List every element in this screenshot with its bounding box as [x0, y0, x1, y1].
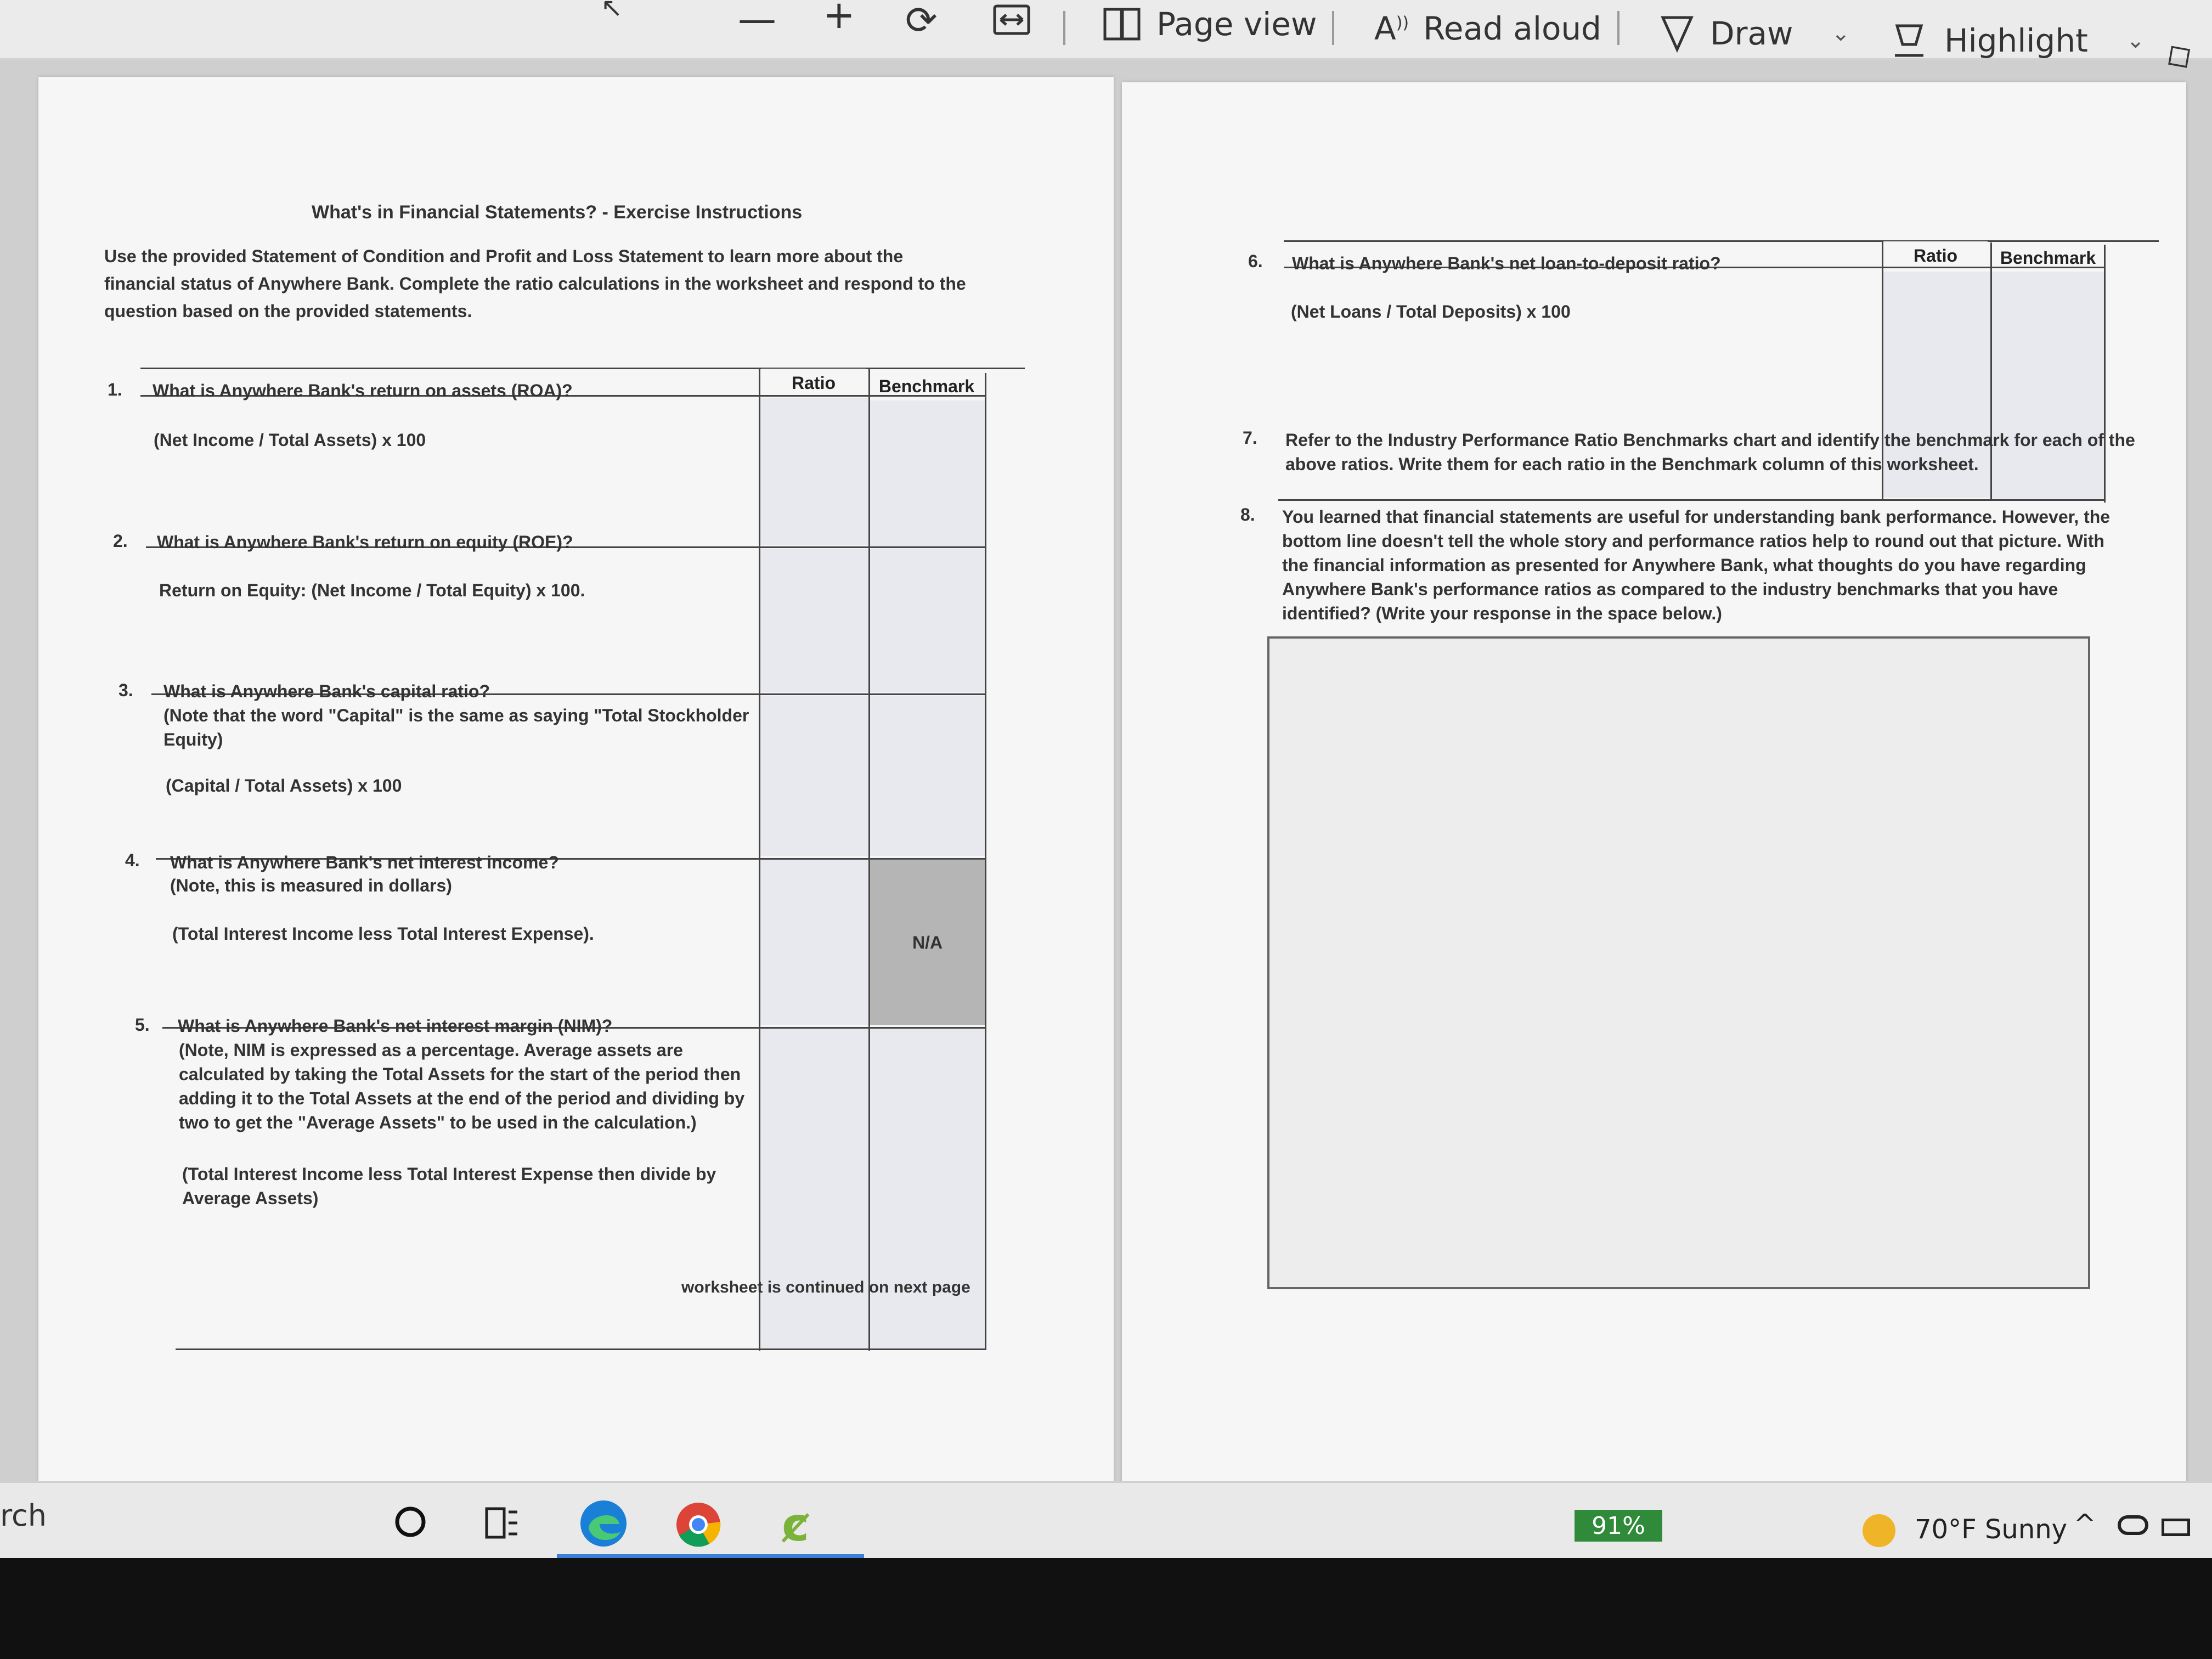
draw-label: Draw [1710, 15, 1793, 52]
question-number: 1. [108, 380, 122, 399]
question-number: 2. [113, 531, 128, 551]
chrome-browser-button[interactable] [672, 1498, 725, 1551]
sprout-app-icon: ȼ [782, 1498, 809, 1551]
cortana-button[interactable] [392, 1504, 428, 1540]
question-text: What is Anywhere Bank's capital ratio? [163, 681, 490, 701]
eraser-icon: ◇ [2155, 30, 2200, 80]
q5-ratio-cell[interactable] [760, 1029, 868, 1348]
edge-browser-button[interactable] [576, 1496, 631, 1551]
draw-button[interactable]: Draw ⌄ [1660, 14, 1850, 53]
question-formula: (Net Loans / Total Deposits) x 100 [1291, 302, 1571, 321]
reader-toolbar: ↖ — + ⟳ Page view A)) Read aloud Draw ⌄ [0, 0, 2212, 79]
page-view-icon [1103, 8, 1141, 41]
question-number: 8. [1240, 505, 1255, 524]
highlight-icon [1895, 24, 1923, 57]
q3-benchmark-cell[interactable] [870, 696, 985, 856]
q4-benchmark-na-cell: N/A [870, 860, 985, 1025]
q1-ratio-cell[interactable] [760, 398, 868, 545]
table-bottom-rule [176, 1348, 986, 1350]
zoom-in-button[interactable]: + [823, 0, 855, 34]
ratio-column-header: Ratio [1883, 241, 1988, 270]
zoom-out-button[interactable]: — [738, 0, 776, 38]
question-text: What is Anywhere Bank's net loan-to-depo… [1292, 253, 1721, 273]
question-text: What is Anywhere Bank's return on equity… [157, 532, 573, 552]
fit-width-button[interactable] [993, 4, 1030, 35]
edge-icon [580, 1500, 627, 1547]
toolbar-divider [1332, 11, 1334, 45]
cloud-icon[interactable] [2118, 1515, 2148, 1535]
document-title: What's in Financial Statements? - Exerci… [312, 202, 803, 223]
question-formula: Return on Equity: (Net Income / Total Eq… [159, 580, 585, 600]
ratio-column-header: Ratio [761, 369, 866, 397]
question-number: 4. [125, 850, 140, 870]
question-text: Refer to the Industry Performance Ratio … [1285, 430, 2135, 474]
fit-width-icon [993, 4, 1030, 35]
question-number: 5. [135, 1015, 150, 1035]
continued-note: worksheet is continued on next page [681, 1278, 970, 1296]
question-formula: (Capital / Total Assets) x 100 [166, 776, 402, 795]
toolbar-divider [1617, 11, 1620, 45]
q2-ratio-cell[interactable] [760, 549, 868, 692]
app-button[interactable]: ȼ [771, 1498, 820, 1551]
document-page-left: What's in Financial Statements? - Exerci… [38, 77, 1114, 1481]
search-box[interactable]: rch [0, 1498, 47, 1533]
response-area[interactable] [1267, 636, 2090, 1289]
document-page-right: Ratio Benchmark 6. What is Anywhere Bank… [1122, 82, 2186, 1487]
q2-benchmark-cell[interactable] [870, 549, 985, 692]
read-aloud-label: Read aloud [1423, 10, 1601, 47]
battery-icon[interactable] [2162, 1519, 2190, 1536]
page-view-button[interactable]: Page view [1103, 5, 1317, 43]
question-text: What is Anywhere Bank's net interest mar… [178, 1016, 613, 1036]
plus-icon: + [823, 0, 855, 37]
question-number: 3. [119, 680, 133, 700]
draw-icon [1661, 16, 1694, 53]
question-text: What is Anywhere Bank's net interest inc… [170, 853, 559, 872]
highlight-button[interactable]: Highlight ⌄ [1893, 22, 2145, 59]
question-number: 6. [1248, 251, 1263, 271]
rotate-button[interactable]: ⟳ [905, 1, 938, 40]
question-note: (Note, NIM is expressed as a percentage.… [179, 1040, 745, 1132]
chevron-down-icon[interactable]: ⌄ [2126, 28, 2145, 53]
battery-indicator[interactable]: 91% [1575, 1510, 1662, 1542]
erase-button[interactable]: ◇ [2155, 31, 2200, 80]
question-text: What is Anywhere Bank's return on assets… [153, 381, 573, 400]
chevron-up-icon[interactable]: ^ [2074, 1509, 2096, 1539]
sun-icon [1863, 1514, 1895, 1547]
minus-icon: — [738, 0, 776, 42]
q1-benchmark-cell[interactable] [870, 400, 985, 546]
read-aloud-button[interactable]: A)) Read aloud [1374, 10, 1601, 47]
question-note: (Note, this is measured in dollars) [170, 876, 452, 895]
intro-paragraph: Use the provided Statement of Condition … [104, 246, 966, 321]
chevron-down-icon[interactable]: ⌄ [1832, 21, 1850, 46]
read-aloud-icon: A)) [1374, 10, 1409, 47]
weather-text[interactable]: 70°F Sunny [1915, 1514, 2067, 1545]
table-top-rule [140, 368, 1025, 369]
question-formula: (Net Income / Total Assets) x 100 [154, 430, 426, 450]
circle-icon [395, 1506, 426, 1537]
question-number: 7. [1243, 428, 1257, 448]
highlight-label: Highlight [1944, 22, 2088, 59]
q3-ratio-cell[interactable] [760, 696, 868, 856]
toolbar-divider [1063, 11, 1065, 45]
q4-ratio-cell[interactable] [760, 860, 868, 1025]
question-formula: (Total Interest Income less Total Intere… [172, 924, 594, 944]
cursor-icon: ↖ [601, 0, 623, 23]
q5-benchmark-cell[interactable] [870, 1029, 985, 1348]
table-top-rule [1284, 240, 2159, 242]
page-view-label: Page view [1156, 5, 1317, 43]
question-note: (Note that the word "Capital" is the sam… [163, 706, 749, 749]
question-formula: (Total Interest Income less Total Intere… [182, 1164, 716, 1208]
grid-line [985, 373, 986, 1350]
row-rule [1278, 499, 2104, 501]
task-view-button[interactable] [483, 1505, 521, 1541]
task-view-icon [485, 1507, 517, 1539]
rotate-icon: ⟳ [905, 0, 938, 43]
screen-bezel [0, 1558, 2212, 1659]
chrome-icon [676, 1503, 721, 1547]
question-text: You learned that financial statements ar… [1282, 507, 2111, 623]
